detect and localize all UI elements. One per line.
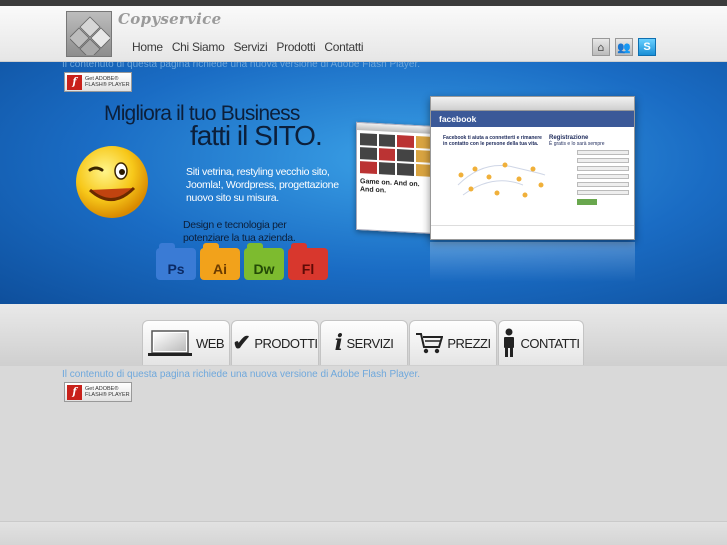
site-header: Copyservice Home Chi Siamo Servizi Prodo… [0, 6, 727, 62]
tab-prodotti-label: PRODOTTI [254, 335, 318, 351]
laptop-icon [147, 330, 192, 356]
tab-prezzi-label: PREZZI [447, 335, 491, 351]
nav-contatti[interactable]: Contatti [324, 40, 363, 54]
website-screenshot-facebook: facebook Facebook ti aiuta a connetterti… [430, 96, 635, 240]
software-folders: Ps Ai Dw Fl [156, 243, 328, 280]
headline-secondary: fatti il SITO. [190, 120, 323, 151]
brand-name: Copyservice [118, 10, 222, 28]
checkmark-icon: ✔ [232, 330, 251, 355]
lower-content: Il contenuto di questa pagina richiede u… [0, 366, 727, 545]
info-icon: i [334, 330, 343, 356]
tab-prodotti[interactable]: ✔ PRODOTTI [231, 320, 319, 365]
main-nav: Home Chi Siamo Servizi Prodotti Contatti [132, 40, 364, 54]
facebook-logo: facebook [431, 111, 634, 127]
small-screen-caption: Game on. And on. And on. [360, 178, 420, 195]
website-screenshot-small: Game on. And on. And on. [356, 121, 436, 235]
dreamweaver-folder-icon: Dw [244, 243, 284, 280]
flash-message: Il contenuto di questa pagina richiede u… [62, 62, 421, 70]
hero-banner: Il contenuto di questa pagina richiede u… [0, 62, 727, 304]
registration-subtitle: È gratis e lo sarà sempre [549, 141, 605, 147]
nav-home[interactable]: Home [132, 40, 163, 54]
flash-badge-line2: FLASH® PLAYER [85, 392, 130, 398]
nav-servizi[interactable]: Servizi [233, 40, 267, 54]
home-icon[interactable]: ⌂ [592, 38, 610, 56]
users-icon[interactable]: 👥 [615, 38, 633, 56]
header-icons: ⌂ 👥 S [592, 38, 656, 56]
tab-web-label: WEB [195, 335, 225, 351]
tab-web[interactable]: WEB [142, 320, 230, 365]
flash-icon: f [67, 74, 82, 90]
logo-icon[interactable] [66, 11, 112, 57]
facebook-text: Facebook ti aiuta a connetterti e rimane… [443, 135, 542, 147]
tab-contatti[interactable]: CONTATTI [498, 320, 584, 365]
smiley-icon [76, 146, 148, 218]
get-flash-button-2[interactable]: f Get ADOBE® FLASH® PLAYER [64, 382, 132, 402]
nav-prodotti[interactable]: Prodotti [276, 40, 315, 54]
main-tabs: WEB ✔ PRODOTTI i SERVIZI PREZZI CONTATTI [142, 320, 585, 365]
tab-servizi[interactable]: i SERVIZI [320, 320, 408, 365]
tagline: Design e tecnologia per potenziare la tu… [183, 219, 296, 244]
facebook-registration: Registrazione È gratis e lo sarà sempre [549, 135, 629, 205]
tab-prezzi[interactable]: PREZZI [409, 320, 497, 365]
footer-bar [0, 521, 727, 545]
services-description: Siti vetrina, restyling vecchio sito, Jo… [186, 166, 339, 204]
flash-icon: f [67, 384, 82, 400]
flash-folder-icon: Fl [288, 243, 328, 280]
photoshop-folder-icon: Ps [156, 243, 196, 280]
skype-icon[interactable]: S [638, 38, 656, 56]
get-flash-button[interactable]: f Get ADOBE® FLASH® PLAYER [64, 72, 132, 92]
nav-chi-siamo[interactable]: Chi Siamo [172, 40, 225, 54]
person-icon [504, 328, 515, 357]
tab-contatti-label: CONTATTI [520, 335, 580, 351]
flash-badge-line2: FLASH® PLAYER [85, 82, 130, 88]
tab-servizi-label: SERVIZI [346, 335, 394, 351]
illustrator-folder-icon: Ai [200, 243, 240, 280]
world-map-icon [457, 162, 546, 198]
cart-icon [416, 333, 444, 354]
flash-message-2: Il contenuto di questa pagina richiede u… [62, 369, 421, 380]
